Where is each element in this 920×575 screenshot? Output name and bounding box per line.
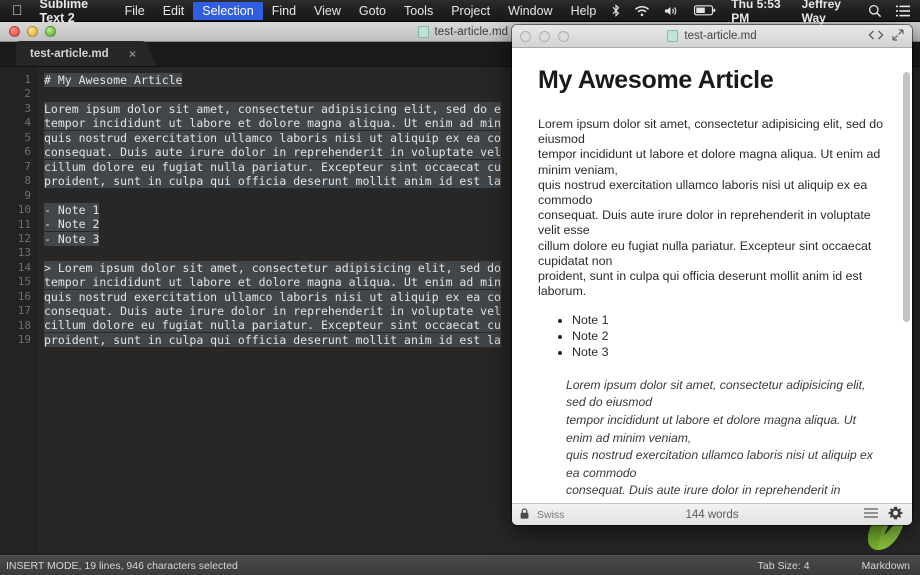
line-number: 13 — [0, 246, 38, 260]
line-number: 11 — [0, 218, 38, 232]
tab-test-article-md[interactable]: test-article.md × — [16, 41, 146, 66]
selected-text: - Note 2 — [44, 217, 99, 231]
marked-status-bar: Swiss 144 words — [512, 503, 912, 525]
code-view-icon[interactable] — [868, 30, 884, 43]
tab-label: test-article.md — [30, 48, 109, 60]
preview-paragraph: Lorem ipsum dolor sit amet, consectetur … — [538, 117, 886, 299]
volume-icon[interactable] — [657, 5, 687, 17]
macos-menu-bar:  Sublime Text 2 File Edit Selection Fin… — [0, 0, 920, 22]
line-number: 6 — [0, 145, 38, 159]
menu-item-goto[interactable]: Goto — [350, 2, 395, 20]
selected-text: cillum dolore eu fugiat nulla pariatur. … — [44, 318, 501, 332]
menu-item-tools[interactable]: Tools — [395, 2, 442, 20]
line-number: 16 — [0, 290, 38, 304]
close-icon[interactable]: × — [113, 47, 136, 61]
status-mode-text: INSERT MODE, 19 lines, 946 characters se… — [0, 560, 238, 572]
list-item: Note 3 — [572, 345, 886, 361]
line-number: 7 — [0, 160, 38, 174]
marked-document-icon — [667, 30, 678, 42]
status-tab-size[interactable]: Tab Size: 4 — [758, 560, 862, 572]
menu-app-name[interactable]: Sublime Text 2 — [31, 0, 116, 25]
gear-icon[interactable] — [888, 506, 903, 524]
expand-icon[interactable] — [892, 29, 904, 44]
line-number: 1 — [0, 73, 38, 87]
marked-title-wrap: test-article.md — [512, 30, 912, 42]
document-icon — [418, 26, 429, 38]
selected-text: tempor incididunt ut labore et dolore ma… — [44, 275, 501, 289]
list-item: Note 1 — [572, 313, 886, 329]
marked-window-title: test-article.md — [684, 30, 756, 42]
menu-item-help[interactable]: Help — [562, 2, 606, 20]
line-number: 3 — [0, 102, 38, 116]
selected-text: proident, sunt in culpa qui officia dese… — [44, 333, 501, 347]
menu-item-edit[interactable]: Edit — [154, 2, 194, 20]
menu-bar-user[interactable]: Jeffrey Way — [794, 0, 861, 25]
status-syntax[interactable]: Markdown — [862, 560, 920, 572]
sublime-status-bar: INSERT MODE, 19 lines, 946 characters se… — [0, 555, 920, 575]
selected-text: quis nostrud exercitation ullamco labori… — [44, 290, 501, 304]
selected-text: proident, sunt in culpa qui officia dese… — [44, 174, 501, 188]
line-number: 17 — [0, 304, 38, 318]
line-number: 8 — [0, 174, 38, 188]
selected-text: - Note 3 — [44, 232, 99, 246]
preview-word-count: 144 words — [512, 509, 912, 521]
preview-scrollbar[interactable] — [903, 72, 910, 322]
selected-text: # My Awesome Article — [44, 73, 182, 87]
notification-center-icon[interactable] — [889, 5, 920, 17]
line-number: 14 — [0, 261, 38, 275]
list-item: Note 2 — [572, 329, 886, 345]
marked-title-bar[interactable]: test-article.md — [512, 25, 912, 48]
line-number: 5 — [0, 131, 38, 145]
menu-item-find[interactable]: Find — [263, 2, 305, 20]
preview-heading: My Awesome Article — [538, 66, 886, 95]
menu-item-project[interactable]: Project — [442, 2, 499, 20]
wifi-icon[interactable] — [627, 5, 657, 17]
marked-preview-body[interactable]: My Awesome Article Lorem ipsum dolor sit… — [512, 48, 912, 503]
menu-bar-clock[interactable]: Thu 5:53 PM — [723, 0, 793, 25]
line-number: 2 — [0, 87, 38, 101]
search-icon[interactable] — [861, 4, 889, 18]
list-icon[interactable] — [864, 508, 878, 521]
preview-bullet-list: Note 1Note 2Note 3 — [572, 313, 886, 360]
line-number: 9 — [0, 189, 38, 203]
battery-icon[interactable] — [687, 5, 723, 16]
marked-status-actions — [864, 506, 903, 524]
line-number: 10 — [0, 203, 38, 217]
selected-text: > Lorem ipsum dolor sit amet, consectetu… — [44, 261, 501, 275]
selected-text: tempor incididunt ut labore et dolore ma… — [44, 116, 501, 130]
selected-text: - Note 1 — [44, 203, 99, 217]
selected-text: quis nostrud exercitation ullamco labori… — [44, 131, 501, 145]
preview-blockquote: Lorem ipsum dolor sit amet, consectetur … — [566, 377, 886, 500]
selected-text: consequat. Duis aute irure dolor in repr… — [44, 145, 501, 159]
marked-titlebar-actions — [868, 29, 904, 44]
marked-preview-window: test-article.md My Awesome Article Lorem… — [512, 25, 912, 525]
menu-item-window[interactable]: Window — [499, 2, 561, 20]
line-number: 19 — [0, 333, 38, 347]
menu-item-file[interactable]: File — [116, 2, 154, 20]
selected-text: cillum dolore eu fugiat nulla pariatur. … — [44, 160, 501, 174]
menu-item-view[interactable]: View — [305, 2, 350, 20]
line-number: 12 — [0, 232, 38, 246]
line-number-gutter: 12345678910111213141516171819 — [0, 67, 38, 553]
menu-item-selection[interactable]: Selection — [193, 2, 262, 20]
selected-text: consequat. Duis aute irure dolor in repr… — [44, 304, 501, 318]
line-number: 18 — [0, 319, 38, 333]
screen-root:  Sublime Text 2 File Edit Selection Fin… — [0, 0, 920, 575]
apple-logo-icon[interactable]:  — [12, 3, 23, 17]
selected-text: Lorem ipsum dolor sit amet, consectetur … — [44, 102, 501, 116]
line-number: 15 — [0, 275, 38, 289]
line-number: 4 — [0, 116, 38, 130]
bluetooth-icon[interactable] — [605, 4, 627, 17]
